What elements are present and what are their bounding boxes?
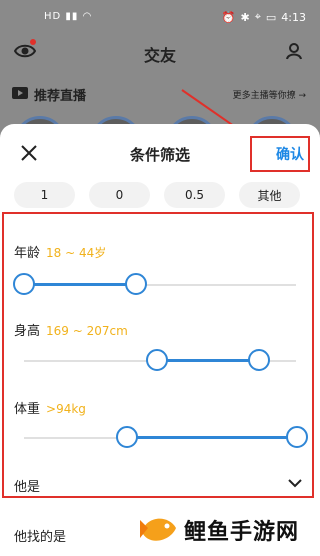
watermark: 鲤鱼手游网 [134, 508, 320, 554]
height-row-label: 身高 169 ~ 207cm [14, 320, 128, 339]
filter-sheet: 条件筛选 确认 1 0 0.5 其他 年龄 18 ~ 44岁 身高 169 ~ 20… [0, 124, 320, 556]
height-value: 169 ~ 207cm [46, 324, 128, 338]
chip[interactable]: 0.5 [164, 182, 225, 208]
age-label: 年龄 [14, 246, 41, 261]
video-icon [12, 87, 28, 99]
weight-row-label: 体重 >94kg [14, 398, 86, 417]
alarm-icon: ⏰ [221, 10, 236, 24]
page-title: 交友 [143, 46, 176, 65]
age-slider-min-thumb[interactable] [13, 273, 35, 295]
live-section-header: 推荐直播 更多主播等你撩 → [0, 80, 320, 108]
status-time: 4:13 [281, 10, 306, 24]
chip[interactable]: 其他 [239, 182, 300, 208]
weight-slider-fill [127, 436, 297, 439]
weight-label: 体重 [14, 402, 41, 417]
weight-slider-min-thumb[interactable] [116, 426, 138, 448]
live-title: 推荐直播 [34, 89, 87, 104]
status-bar: HD ▮▮ ◠ ⏰ ✱ ⌖ ▭ 4:13 [0, 0, 320, 34]
age-slider-max-thumb[interactable] [125, 273, 147, 295]
other-label: 他是 [14, 480, 41, 495]
location-icon: ⌖ [254, 10, 261, 23]
height-slider-fill [157, 359, 259, 362]
weight-value: >94kg [46, 402, 86, 416]
height-slider-min-thumb[interactable] [146, 349, 168, 371]
looking-for-label: 他找的是 [14, 530, 67, 545]
annotation-box-confirm [250, 136, 310, 172]
weight-slider-max-thumb[interactable] [286, 426, 308, 448]
watermark-text: 鲤鱼手游网 [184, 520, 300, 545]
chip[interactable]: 0 [89, 182, 150, 208]
battery-icon: ▭ [265, 10, 277, 24]
age-row-label: 年龄 18 ~ 44岁 [14, 242, 106, 261]
chevron-down-icon [288, 479, 302, 488]
fish-logo-icon [140, 518, 176, 541]
preset-chips: 1 0 0.5 其他 [14, 182, 300, 208]
bluetooth-icon: ✱ [240, 10, 250, 24]
top-bar: 交友 [0, 34, 320, 72]
signal-icons: HD ▮▮ ◠ [44, 11, 93, 22]
height-slider-max-thumb[interactable] [248, 349, 270, 371]
person-location-icon[interactable] [286, 42, 304, 60]
status-right: ⏰ ✱ ⌖ ▭ 4:13 [222, 10, 306, 24]
chip[interactable]: 1 [14, 182, 75, 208]
height-label: 身高 [14, 324, 41, 339]
age-value: 18 ~ 44岁 [46, 246, 107, 260]
other-dropdown[interactable]: 他是 [0, 468, 320, 498]
carrier-label: HD [44, 11, 62, 22]
age-slider-fill [24, 283, 136, 286]
